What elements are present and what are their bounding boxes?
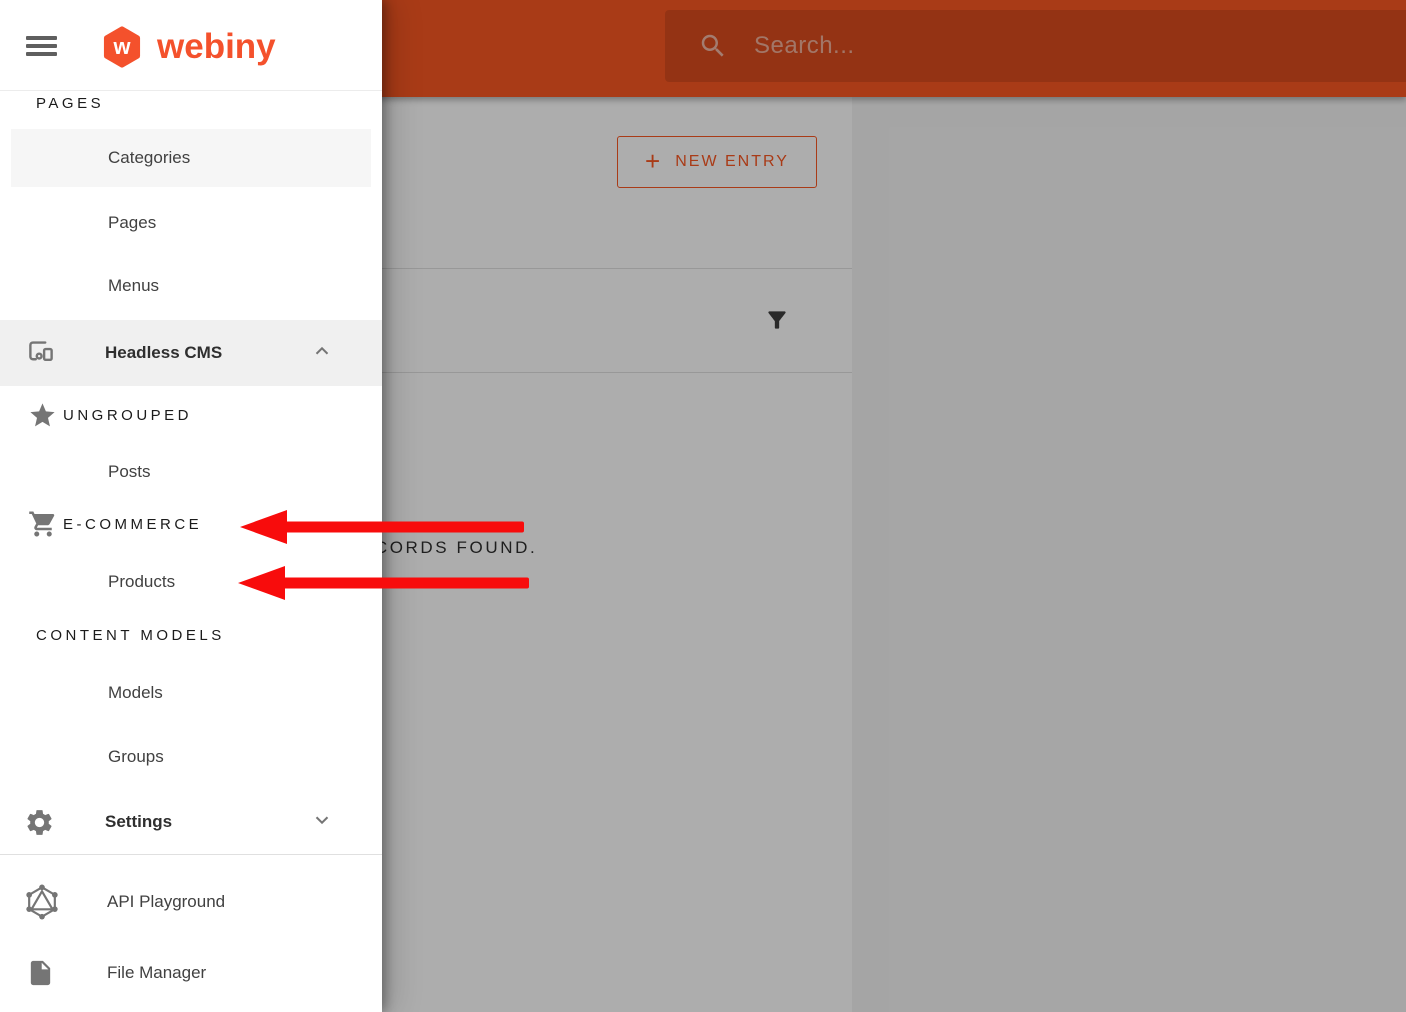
file-icon	[26, 957, 55, 989]
menu-icon[interactable]	[26, 36, 57, 56]
sidebar-item-api-playground[interactable]: API Playground	[0, 872, 382, 932]
sidebar-item-models[interactable]: Models	[0, 663, 382, 723]
navigation-drawer: w webiny PAGES Categories Pages Menus	[0, 0, 382, 1012]
sidebar-group-label-ungrouped: UNGROUPED	[0, 400, 382, 430]
graphql-icon	[22, 882, 62, 922]
sidebar-item-posts[interactable]: Posts	[0, 442, 382, 502]
webiny-logo[interactable]: w webiny	[101, 26, 276, 68]
sidebar-divider	[0, 854, 382, 855]
drawer-header: w webiny	[0, 0, 382, 91]
logo-letter: w	[113, 34, 132, 59]
chevron-up-icon	[311, 340, 333, 367]
cart-icon	[28, 509, 58, 539]
sidebar-item-products[interactable]: Products	[0, 552, 382, 612]
sidebar-section-settings[interactable]: Settings	[0, 789, 382, 855]
devices-icon	[24, 336, 58, 370]
sidebar-group-label-pages: PAGES	[0, 88, 382, 118]
brand-wordmark: webiny	[157, 27, 276, 67]
sidebar-item-groups[interactable]: Groups	[0, 727, 382, 787]
chevron-down-icon	[311, 809, 333, 836]
sidebar-item-pages[interactable]: Pages	[0, 193, 382, 253]
sidebar-item-menus[interactable]: Menus	[0, 256, 382, 316]
sidebar-group-label-content-models: CONTENT MODELS	[0, 620, 382, 650]
star-icon	[28, 401, 57, 430]
gear-icon	[24, 807, 55, 838]
webiny-hexagon-icon: w	[101, 26, 143, 68]
sidebar-section-headless-cms[interactable]: Headless CMS	[0, 320, 382, 386]
app-root: Search... + NEW ENTRY NO RECORDS FOUND.	[0, 0, 1406, 1012]
sidebar-item-file-manager[interactable]: File Manager	[0, 943, 382, 1003]
sidebar-item-categories[interactable]: Categories	[11, 129, 371, 187]
sidebar-group-label-ecommerce: E-COMMERCE	[0, 509, 382, 539]
